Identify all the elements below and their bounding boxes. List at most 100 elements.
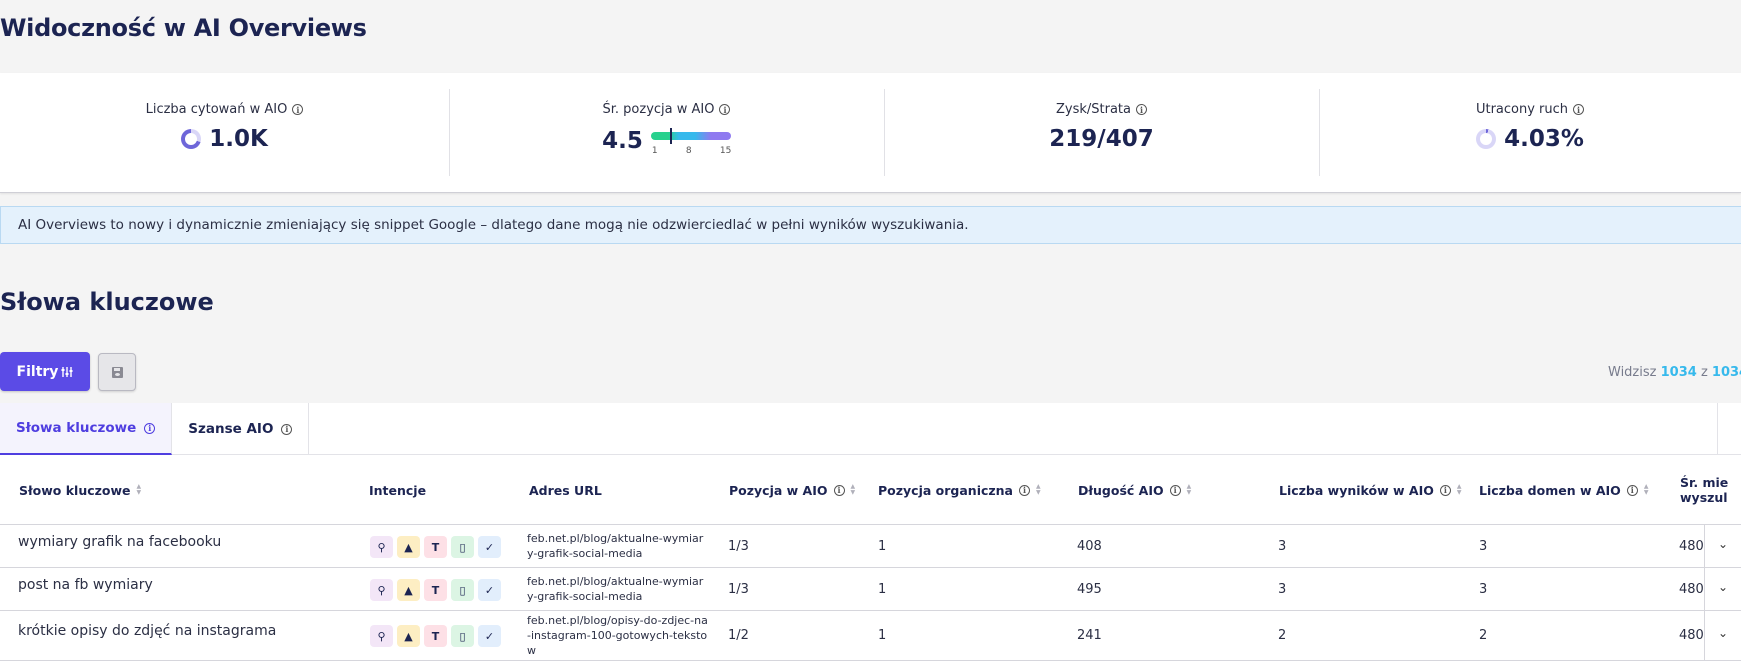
info-icon[interactable]: i [292, 104, 304, 115]
info-icon[interactable]: i [1439, 484, 1451, 496]
sort-icon[interactable]: ▲ ▼ [851, 484, 856, 496]
volume-cell: 480 [1679, 628, 1704, 643]
column-url: Adres URL [529, 455, 602, 525]
sort-icon[interactable]: ▲ ▼ [1457, 484, 1462, 496]
save-filter-button[interactable] [98, 353, 136, 391]
column-keyword[interactable]: Słowo kluczowe ▲ ▼ [19, 455, 141, 525]
stat-value: 219/407 [1049, 126, 1154, 152]
text-icon: T [424, 579, 447, 601]
volume-cell: 480 [1679, 539, 1704, 554]
tab-label: Szanse AIO [188, 421, 274, 437]
person-search-icon: ⚲ [370, 579, 393, 601]
counter-mid: z [1700, 365, 1708, 380]
info-notice: AI Overviews to nowy i dynamicznie zmien… [0, 206, 1741, 244]
table-tabs: Słowa kluczowe i Szanse AIO i [0, 403, 1741, 455]
aio-position-cell: 1/3 [728, 539, 749, 554]
counter-shown: 1034 [1660, 365, 1697, 380]
mobile-icon: ▯ [451, 536, 474, 558]
chevron-down-icon[interactable]: ⌄ [1718, 537, 1728, 551]
table-row[interactable]: wymiary grafik na facebooku ⚲ ▲ T ▯ ✓ fe… [0, 525, 1741, 568]
info-icon[interactable]: i [144, 422, 156, 434]
table-header: Słowo kluczowe ▲ ▼ Intencje Adres URL Poz… [0, 455, 1741, 525]
organic-position-cell: 1 [878, 539, 887, 554]
column-aio-position[interactable]: Pozycja w AIO i ▲ ▼ [729, 455, 855, 525]
organic-position-cell: 1 [878, 582, 887, 597]
filter-label: Filtry [16, 363, 59, 380]
person-search-icon: ⚲ [370, 536, 393, 558]
keywords-table: Słowo kluczowe ▲ ▼ Intencje Adres URL Poz… [0, 455, 1741, 661]
donut-icon [1476, 129, 1497, 149]
aio-results-cell: 2 [1278, 628, 1287, 643]
info-icon[interactable]: i [1626, 484, 1638, 496]
stats-card: Liczba cytowań w AIO i 1.0K Śr. pozycja … [0, 73, 1741, 193]
column-label: Intencje [369, 482, 427, 498]
sort-icon[interactable]: ▲ ▼ [1644, 484, 1649, 496]
column-aio-domains[interactable]: Liczba domen w AIO i ▲ ▼ [1479, 455, 1648, 525]
column-label: Pozycja organiczna [878, 482, 1013, 498]
stat-label: Śr. pozycja w AIO [602, 102, 715, 117]
column-organic-position[interactable]: Pozycja organiczna i ▲ ▼ [878, 455, 1041, 525]
intent-badges: ⚲ ▲ T ▯ ✓ [370, 579, 501, 601]
column-intents: Intencje [369, 455, 426, 525]
divider [1704, 525, 1705, 567]
aio-domains-cell: 2 [1479, 628, 1488, 643]
sort-icon[interactable]: ▲ ▼ [137, 484, 142, 496]
url-cell[interactable]: feb.net.pl/blog/opisy-do-zdjec-na-instag… [527, 613, 709, 658]
column-label: Długość AIO [1078, 482, 1164, 498]
stat-lost-traffic: Utracony ruch i 4.03% [1319, 73, 1741, 192]
column-label: Słowo kluczowe [19, 482, 131, 498]
aio-results-cell: 3 [1278, 539, 1287, 554]
person-search-icon: ⚲ [370, 625, 393, 647]
tree-icon: ▲ [397, 536, 420, 558]
column-label: Liczba wyników w AIO [1279, 482, 1434, 498]
column-label: Śr. mie wyszul [1680, 475, 1729, 505]
tab-keywords[interactable]: Słowa kluczowe i [0, 403, 173, 455]
counter-total: 1034 [1711, 365, 1741, 380]
keyword-cell: post na fb wymiary [18, 577, 153, 593]
double-check-icon: ✓ [478, 625, 501, 647]
double-check-icon: ✓ [478, 579, 501, 601]
table-row[interactable]: krótkie opisy do zdjęć na instagrama ⚲ ▲… [0, 611, 1741, 661]
info-icon[interactable]: i [1573, 104, 1585, 115]
column-aio-results[interactable]: Liczba wyników w AIO i ▲ ▼ [1279, 455, 1462, 525]
info-icon[interactable]: i [1136, 104, 1147, 115]
info-icon[interactable]: i [1169, 484, 1181, 496]
table-row[interactable]: post na fb wymiary ⚲ ▲ T ▯ ✓ feb.net.pl/… [0, 568, 1741, 611]
position-marker [670, 128, 673, 144]
stat-label: Liczba cytowań w AIO [145, 102, 288, 117]
aio-length-cell: 241 [1077, 628, 1102, 643]
sort-icon[interactable]: ▲ ▼ [1036, 484, 1041, 496]
page-title: Widoczność w AI Overviews [0, 14, 367, 42]
sort-icon[interactable]: ▲ ▼ [1187, 484, 1192, 496]
aio-position-cell: 1/3 [728, 582, 749, 597]
scale-tick-mid: 8 [685, 146, 692, 156]
column-label: Liczba domen w AIO [1479, 482, 1621, 498]
url-cell[interactable]: feb.net.pl/blog/aktualne-wymiary-grafik-… [527, 574, 709, 604]
results-counter: Widzisz 1034 z 1034 W [1608, 365, 1741, 380]
divider [1704, 611, 1705, 660]
url-cell[interactable]: feb.net.pl/blog/aktualne-wymiary-grafik-… [527, 531, 709, 561]
position-gradient-bar [650, 132, 731, 140]
section-title: Słowa kluczowe [0, 288, 214, 316]
organic-position-cell: 1 [878, 628, 887, 643]
tab-aio-opportunities[interactable]: Szanse AIO i [172, 403, 310, 455]
filter-button[interactable]: Filtry [0, 352, 90, 391]
column-avg-volume[interactable]: Śr. mie wyszul [1680, 455, 1741, 525]
column-label: Adres URL [529, 482, 602, 498]
stat-value: 1.0K [209, 126, 268, 152]
divider [1704, 568, 1705, 610]
keyword-cell: wymiary grafik na facebooku [18, 534, 222, 550]
intent-badges: ⚲ ▲ T ▯ ✓ [370, 625, 501, 647]
info-icon[interactable]: i [719, 104, 731, 115]
floppy-disk-icon [111, 366, 123, 378]
donut-icon [181, 129, 202, 149]
info-icon[interactable]: i [1019, 484, 1030, 496]
info-icon[interactable]: i [833, 484, 845, 496]
chevron-down-icon[interactable]: ⌄ [1718, 626, 1728, 640]
text-icon: T [424, 536, 447, 558]
info-icon[interactable]: i [281, 423, 293, 435]
column-aio-length[interactable]: Długość AIO i ▲ ▼ [1078, 455, 1191, 525]
tree-icon: ▲ [397, 625, 420, 647]
tab-label: Słowa kluczowe [16, 420, 137, 436]
chevron-down-icon[interactable]: ⌄ [1718, 580, 1728, 594]
